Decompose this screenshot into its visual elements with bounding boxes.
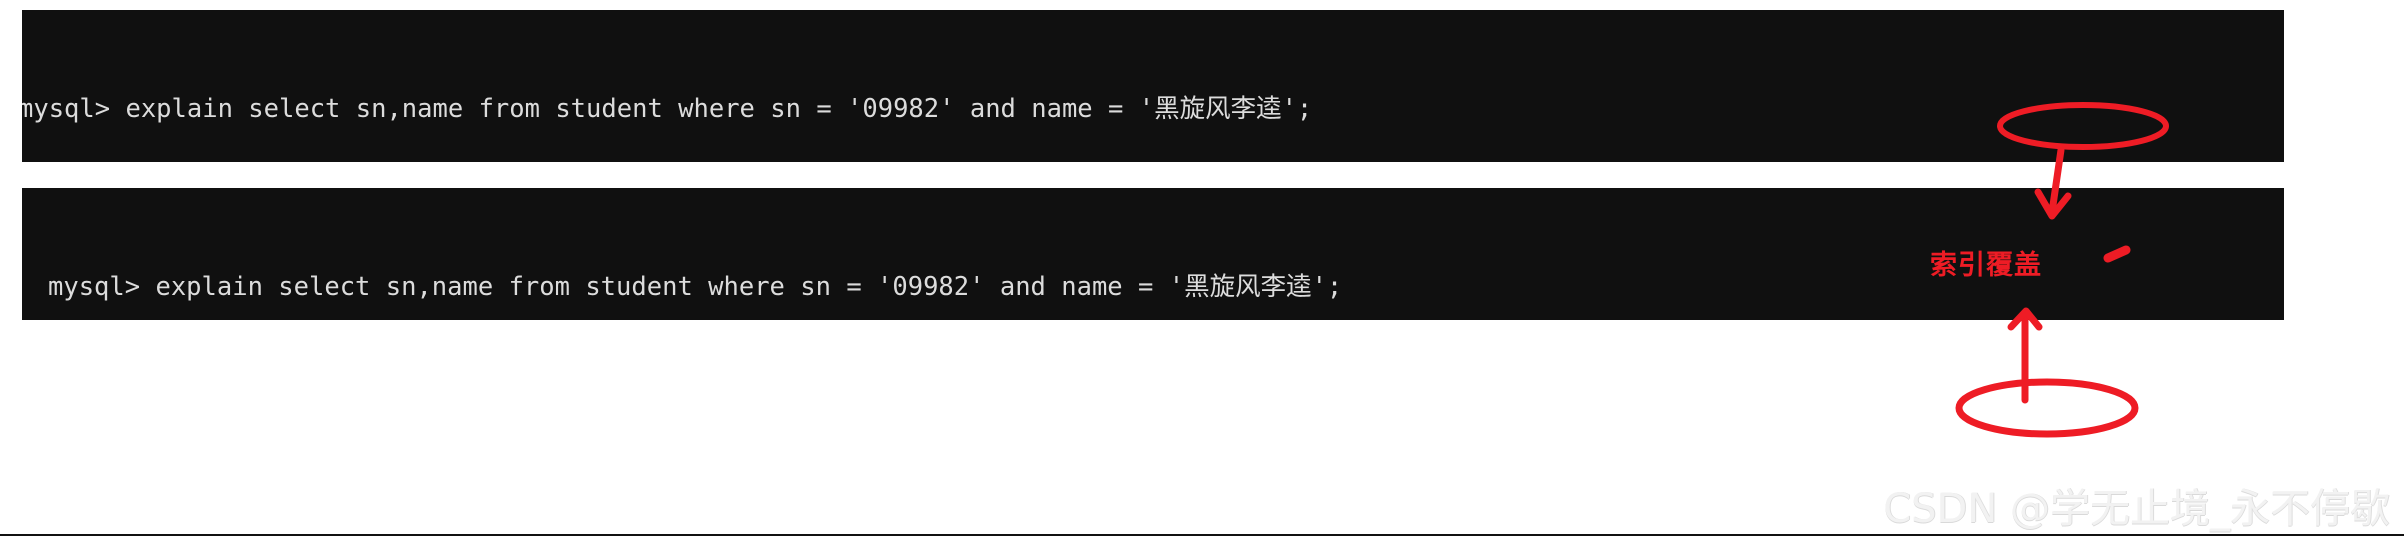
prompt-line: mysql> explain select sn,name from stude… bbox=[22, 94, 1313, 124]
csdn-watermark: CSDN @学无止境_永不停歇 bbox=[1883, 486, 2390, 532]
screenshot-stage: mysql> explain select sn,name from stude… bbox=[0, 0, 2404, 536]
annotation-label: 索引覆盖 bbox=[1930, 250, 2042, 281]
terminal-top-content: mysql> explain select sn,name from stude… bbox=[22, 48, 2284, 162]
terminal-panel-top: mysql> explain select sn,name from stude… bbox=[22, 10, 2284, 162]
highlight-ellipse-bottom bbox=[1955, 378, 2139, 438]
